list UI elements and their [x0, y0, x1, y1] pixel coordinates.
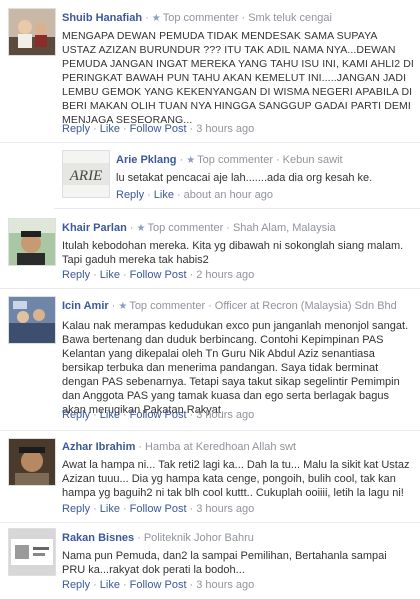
comment: Rakan Bisnes · Politeknik Johor Bahru Nama…: [0, 522, 420, 599]
top-commenter-badge: Top commenter: [147, 222, 224, 234]
commenter-name[interactable]: Azhar Ibrahim: [62, 441, 135, 453]
comment: Shuib Hanafiah · ★ Top commenter · Smk teluk …: [0, 0, 420, 143]
top-commenter-badge: Top commenter: [162, 12, 239, 24]
commenter-name[interactable]: Icin Amir: [62, 300, 109, 312]
avatar-photo: [9, 439, 55, 485]
reply-link[interactable]: Reply: [62, 409, 90, 421]
follow-post-link[interactable]: Follow Post: [130, 409, 187, 421]
comment-actions: Reply · Like · Follow Post · 3 hours ago: [62, 579, 255, 591]
like-link[interactable]: Like: [100, 503, 120, 515]
avatar-photo: [9, 9, 55, 55]
star-icon: ★: [186, 155, 196, 166]
comment-actions: Reply · Like · Follow Post · 3 hours ago: [62, 503, 255, 515]
like-link[interactable]: Like: [100, 409, 120, 421]
reply-link[interactable]: Reply: [62, 503, 90, 515]
top-commenter-badge: Top commenter: [129, 300, 206, 312]
reply-link[interactable]: Reply: [116, 189, 144, 201]
like-link[interactable]: Like: [154, 189, 174, 201]
like-link[interactable]: Like: [100, 579, 120, 591]
avatar[interactable]: ARIE: [62, 150, 110, 198]
avatar[interactable]: [8, 8, 56, 56]
commenter-affiliation: Shah Alam, Malaysia: [232, 222, 336, 234]
timestamp[interactable]: 2 hours ago: [196, 269, 254, 281]
commenter-name[interactable]: Rakan Bisnes: [62, 532, 134, 544]
commenter-name[interactable]: Arie Pklang: [116, 154, 177, 166]
comment: Azhar Ibrahim · Hamba at Keredhoan Allah s…: [0, 430, 420, 523]
comment-text: lu setakat pencacai aje lah.......ada di…: [116, 172, 373, 184]
comment-header: Khair Parlan · ★ Top commenter · Shah Alam, M…: [62, 222, 336, 234]
top-commenter-badge: Top commenter: [197, 154, 273, 166]
comment: Icin Amir · ★ Top commenter · Officer at Recr…: [0, 288, 420, 431]
follow-post-link[interactable]: Follow Post: [130, 123, 187, 135]
star-icon: ★: [136, 223, 146, 234]
comment-reply: ARIE Arie Pklang · ★ Top commenter · Kebun sa…: [54, 142, 420, 209]
commenter-name[interactable]: Shuib Hanafiah: [62, 12, 142, 24]
comment: Khair Parlan · ★ Top commenter · Shah Alam, M…: [0, 208, 420, 289]
follow-post-link[interactable]: Follow Post: [130, 579, 187, 591]
like-link[interactable]: Like: [100, 123, 120, 135]
commenter-name[interactable]: Khair Parlan: [62, 222, 127, 234]
timestamp[interactable]: about an hour ago: [184, 189, 273, 201]
timestamp[interactable]: 3 hours ago: [196, 123, 254, 135]
commenter-affiliation: Hamba at Keredhoan Allah swt: [145, 441, 297, 453]
comment-header: Arie Pklang · ★ Top commenter · Kebun sawit: [116, 154, 343, 166]
comment-feed: Shuib Hanafiah · ★ Top commenter · Smk teluk …: [0, 0, 420, 599]
avatar-photo: [9, 529, 55, 575]
comment-actions: Reply · Like · Follow Post · 2 hours ago: [62, 269, 255, 281]
commenter-affiliation: Smk teluk cengai: [248, 12, 332, 24]
commenter-affiliation: Politeknik Johor Bahru: [143, 532, 254, 544]
comment-header: Icin Amir · ★ Top commenter · Officer at Recr…: [62, 300, 397, 312]
comment-text: MENGAPA DEWAN PEMUDA TIDAK MENDESAK SAMA…: [62, 30, 414, 126]
comment-actions: Reply · Like · about an hour ago: [116, 189, 273, 201]
comment-actions: Reply · Like · Follow Post · 3 hours ago: [62, 409, 255, 421]
comment-actions: Reply · Like · Follow Post · 3 hours ago: [62, 123, 255, 135]
reply-link[interactable]: Reply: [62, 269, 90, 281]
follow-post-link[interactable]: Follow Post: [130, 503, 187, 515]
comment-header: Shuib Hanafiah · ★ Top commenter · Smk teluk …: [62, 12, 332, 24]
comment-text: Itulah kebodohan mereka. Kita yg dibawah…: [62, 240, 404, 266]
comment-header: Rakan Bisnes · Politeknik Johor Bahru: [62, 532, 254, 544]
star-icon: ★: [151, 13, 161, 24]
avatar-photo: [9, 297, 55, 343]
reply-link[interactable]: Reply: [62, 123, 90, 135]
avatar[interactable]: [8, 296, 56, 344]
avatar[interactable]: [8, 528, 56, 576]
reply-link[interactable]: Reply: [62, 579, 90, 591]
commenter-affiliation: Kebun sawit: [282, 154, 343, 166]
avatar[interactable]: [8, 438, 56, 486]
comment-text: Nama pun Pemuda, dan2 la sampai Pemiliha…: [62, 550, 387, 576]
avatar[interactable]: [8, 218, 56, 266]
commenter-affiliation: Officer at Recron (Malaysia) Sdn Bhd: [214, 300, 397, 312]
comment-header: Azhar Ibrahim · Hamba at Keredhoan Allah s…: [62, 441, 297, 453]
comment-text: Awat la hampa ni... Tak reti2 lagi ka...…: [62, 459, 410, 499]
like-link[interactable]: Like: [100, 269, 120, 281]
comment-text: Kalau nak merampas kedudukan exco pun ja…: [62, 320, 409, 416]
avatar-photo: [9, 219, 55, 265]
avatar-photo: ARIE: [63, 151, 109, 197]
star-icon: ★: [118, 301, 128, 312]
timestamp[interactable]: 3 hours ago: [196, 409, 254, 421]
follow-post-link[interactable]: Follow Post: [130, 269, 187, 281]
timestamp[interactable]: 3 hours ago: [196, 579, 254, 591]
timestamp[interactable]: 3 hours ago: [196, 503, 254, 515]
avatar-lettering: ARIE: [69, 168, 102, 184]
